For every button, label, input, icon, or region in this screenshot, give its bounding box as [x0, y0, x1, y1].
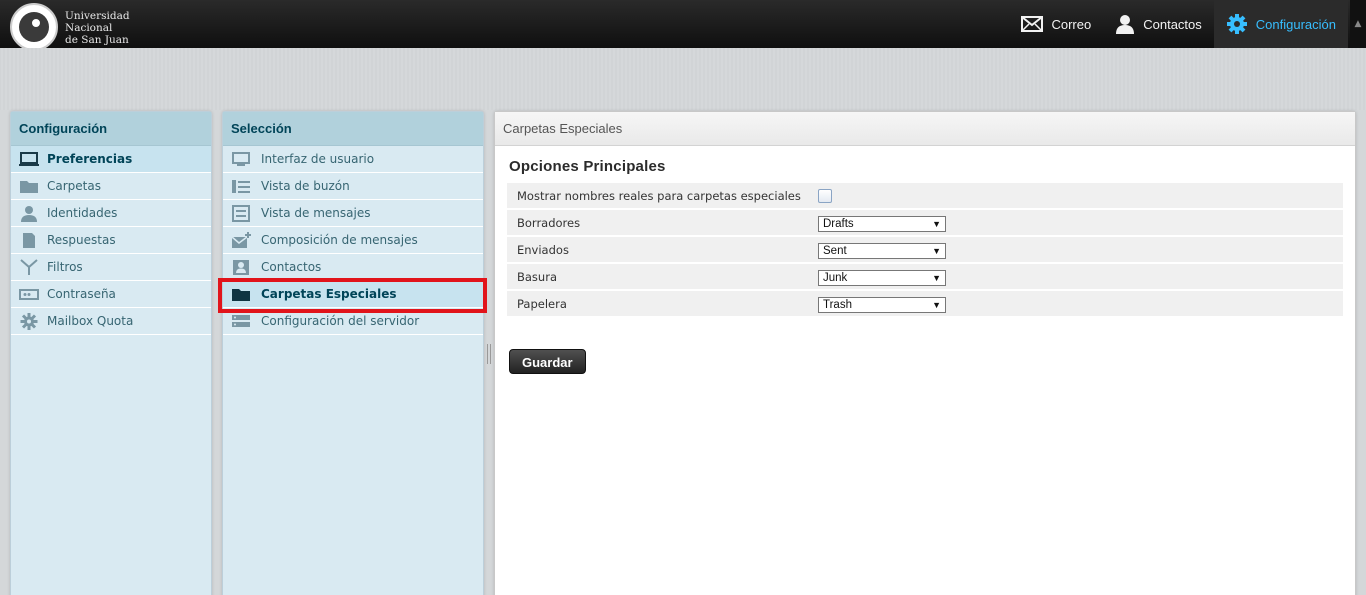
mailbox-view-icon — [232, 180, 250, 193]
sel-item-interfaz[interactable]: Interfaz de usuario — [223, 146, 483, 173]
nav-contactos[interactable]: Contactos — [1103, 0, 1214, 48]
option-row-borradores: Borradores Drafts ▼ — [507, 210, 1343, 236]
content-panel-title: Carpetas Especiales — [495, 112, 1355, 146]
config-item-identidades[interactable]: Identidades — [11, 200, 211, 227]
main-nav: Correo Contactos Configuración — [1009, 0, 1348, 48]
select-value: Trash — [823, 299, 852, 311]
config-item-label: Carpetas — [47, 179, 101, 193]
envelope-icon — [1021, 16, 1044, 32]
config-item-label: Mailbox Quota — [47, 314, 134, 328]
message-view-icon — [232, 205, 250, 222]
select-value: Drafts — [823, 218, 854, 230]
sel-item-vista-buzon[interactable]: Vista de buzón — [223, 173, 483, 200]
nav-configuracion-label: Configuración — [1255, 16, 1336, 32]
sel-item-label: Configuración del servidor — [261, 314, 420, 328]
dropdown-arrow-icon: ▼ — [932, 273, 941, 283]
save-button[interactable]: Guardar — [509, 349, 586, 374]
selection-highlight-box — [218, 278, 487, 313]
nav-configuracion[interactable]: Configuración — [1213, 0, 1348, 48]
top-bar: Universidad Nacional de San Juan Correo … — [0, 0, 1366, 51]
logo-line-3: de San Juan — [65, 34, 129, 46]
user-icon — [1116, 15, 1135, 34]
sel-item-contactos[interactable]: Contactos — [223, 254, 483, 281]
basura-select[interactable]: Junk ▼ — [818, 270, 946, 286]
university-name: Universidad Nacional de San Juan — [65, 10, 130, 46]
config-item-label: Contraseña — [47, 287, 116, 301]
university-logo[interactable]: Universidad Nacional de San Juan — [10, 3, 130, 51]
scrollbar-up-arrow-icon[interactable]: ▲ — [1350, 0, 1366, 48]
option-row-enviados: Enviados Sent ▼ — [507, 237, 1343, 263]
option-label: Basura — [517, 270, 557, 284]
filter-icon — [20, 259, 38, 275]
contacts-icon — [233, 260, 249, 275]
option-label: Mostrar nombres reales para carpetas esp… — [517, 189, 801, 203]
nav-contactos-label: Contactos — [1143, 16, 1202, 32]
sel-item-label: Composición de mensajes — [261, 233, 418, 247]
select-value: Junk — [823, 272, 848, 284]
nav-correo-label: Correo — [1051, 16, 1092, 32]
sel-item-vista-mensajes[interactable]: Vista de mensajes — [223, 200, 483, 227]
content-panel: Carpetas Especiales Opciones Principales… — [494, 111, 1356, 595]
option-row-basura: Basura Junk ▼ — [507, 264, 1343, 290]
monitor-icon — [232, 152, 250, 166]
background-texture — [0, 48, 1366, 110]
sel-item-label: Interfaz de usuario — [261, 152, 375, 166]
config-item-label: Respuestas — [47, 233, 116, 247]
option-label: Papelera — [517, 297, 567, 311]
config-item-contrasena[interactable]: Contraseña — [11, 281, 211, 308]
panel-splitter-handle[interactable] — [487, 344, 491, 364]
sel-item-composicion[interactable]: Composición de mensajes — [223, 227, 483, 254]
config-item-label: Identidades — [47, 206, 118, 220]
sel-item-label: Contactos — [261, 260, 322, 274]
dropdown-arrow-icon: ▼ — [932, 219, 941, 229]
option-row-papelera: Papelera Trash ▼ — [507, 291, 1343, 317]
selection-panel-title: Selección — [223, 112, 483, 146]
dropdown-arrow-icon: ▼ — [932, 300, 941, 310]
sel-item-label: Vista de buzón — [261, 179, 350, 193]
config-item-label: Filtros — [47, 260, 83, 274]
dropdown-arrow-icon: ▼ — [932, 246, 941, 256]
folder-icon — [20, 181, 38, 193]
selection-panel: Selección Interfaz de usuario Vista de b… — [222, 111, 484, 595]
password-icon — [19, 289, 39, 300]
config-item-filtros[interactable]: Filtros — [11, 254, 211, 281]
config-item-mailbox-quota[interactable]: Mailbox Quota — [11, 308, 211, 335]
person-icon — [21, 206, 37, 222]
nav-correo[interactable]: Correo — [1009, 0, 1103, 48]
show-real-names-checkbox[interactable] — [818, 189, 832, 203]
borradores-select[interactable]: Drafts ▼ — [818, 216, 946, 232]
option-label: Enviados — [517, 243, 569, 257]
select-value: Sent — [823, 245, 847, 257]
monitor-icon — [19, 152, 39, 166]
section-title: Opciones Principales — [509, 158, 666, 175]
document-icon — [23, 233, 35, 248]
university-seal-icon — [10, 3, 58, 51]
gear-icon — [20, 313, 38, 330]
logo-line-1: Universidad — [65, 10, 130, 22]
config-panel-title: Configuración — [11, 112, 211, 146]
server-icon — [232, 315, 250, 327]
sel-item-label: Vista de mensajes — [261, 206, 371, 220]
config-item-preferencias[interactable]: Preferencias — [11, 146, 211, 173]
config-item-respuestas[interactable]: Respuestas — [11, 227, 211, 254]
config-item-carpetas[interactable]: Carpetas — [11, 173, 211, 200]
gear-icon — [1226, 14, 1247, 34]
config-item-label: Preferencias — [47, 152, 133, 166]
option-label: Borradores — [517, 216, 581, 230]
papelera-select[interactable]: Trash ▼ — [818, 297, 946, 313]
compose-icon — [231, 232, 251, 248]
enviados-select[interactable]: Sent ▼ — [818, 243, 946, 259]
option-row-show-real-names: Mostrar nombres reales para carpetas esp… — [507, 183, 1343, 209]
config-panel: Configuración Preferencias Carpetas Iden… — [10, 111, 212, 595]
logo-line-2: Nacional — [65, 22, 113, 34]
content-body: Opciones Principales Mostrar nombres rea… — [495, 146, 1355, 374]
